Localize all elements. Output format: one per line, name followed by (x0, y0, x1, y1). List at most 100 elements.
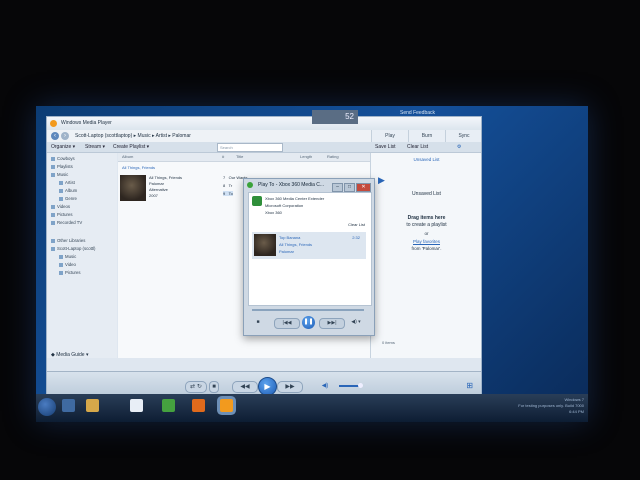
sidebar-item-artist[interactable]: Artist (59, 179, 75, 186)
play-favorites-link[interactable]: Play favorites (371, 239, 481, 244)
send-feedback-link[interactable]: Send Feedback (400, 110, 435, 116)
album-art[interactable] (120, 175, 146, 201)
app-icon[interactable] (162, 399, 175, 412)
sidebar-item-album[interactable]: Album (59, 187, 77, 194)
navigation-pane: Cowboys Playlists Music Artist Album Gen… (47, 153, 117, 358)
document-icon[interactable] (130, 399, 143, 412)
column-length[interactable]: Length (300, 153, 312, 161)
sidebar-item-cowboys[interactable]: Cowboys (51, 155, 75, 162)
dialog-stop-icon[interactable]: ■ (254, 318, 262, 327)
sidebar-item-genre[interactable]: Genre (59, 195, 77, 202)
picture-icon (51, 212, 55, 217)
ie-icon[interactable] (62, 399, 75, 412)
xbox-device-icon (252, 196, 262, 206)
sidebar-item-recorded-tv[interactable]: Recorded TV (51, 219, 82, 226)
media-center-icon[interactable] (192, 399, 205, 412)
clock[interactable]: 6:44 PM (518, 409, 584, 415)
playlist-icon (51, 164, 55, 169)
list-item[interactable]: Top Banana All Things, Friends Palomar 2… (252, 232, 366, 259)
unsaved-list-top[interactable]: Unsaved List (371, 157, 481, 162)
play-to-icon (247, 182, 253, 188)
maximize-icon[interactable]: □ (344, 183, 355, 192)
dialog-next-icon[interactable]: ▶▶| (319, 318, 345, 329)
next-icon[interactable]: ▶▶ (277, 381, 303, 393)
or-label: or (424, 231, 429, 236)
music-icon (59, 254, 63, 259)
list-options-icon[interactable]: ⚙ (457, 142, 461, 152)
list-pane: Unsaved List ▶ Unsaved List Drag items h… (370, 153, 481, 358)
overlay-badge: 52 (312, 110, 358, 124)
tab-burn[interactable]: Burn (408, 130, 445, 142)
libraries-icon (51, 238, 55, 243)
column-title[interactable]: Title (236, 153, 243, 161)
search-input[interactable]: Search (217, 143, 283, 152)
item-count: 0 items (382, 340, 395, 345)
sidebar-item-music[interactable]: Music (51, 171, 68, 178)
dialog-seek-bar[interactable] (252, 309, 364, 311)
window-title: Windows Media Player (61, 120, 112, 126)
device-manufacturer: Microsoft Corporation (265, 203, 304, 208)
sidebar-item-remote-music[interactable]: Music (59, 253, 76, 260)
sidebar-item-pictures[interactable]: Pictures (51, 211, 73, 218)
column-number[interactable]: # (222, 153, 224, 161)
song-title: Top Banana (279, 235, 301, 240)
stream-menu[interactable]: Stream ▾ (85, 142, 105, 152)
video-icon (51, 204, 55, 209)
previous-icon[interactable]: ◀◀ (232, 381, 258, 393)
drag-hint-line2: to create a playlist (406, 222, 447, 228)
dialog-title-bar: Play To - Xbox 360 Media C... – □ ✕ (244, 179, 374, 192)
volume-icon[interactable]: ◀) (319, 381, 331, 391)
toolbar: Organize ▾ Stream ▾ Create Playlist ▾ Se… (47, 142, 481, 153)
start-button-icon[interactable] (38, 398, 56, 416)
device-name: Xbox 360 Media Center Extender (265, 196, 325, 201)
sidebar-item-other-libraries[interactable]: Other Libraries (51, 237, 85, 244)
dialog-clear-list-button[interactable]: Clear List (348, 222, 365, 227)
close-icon[interactable]: ✕ (356, 183, 371, 192)
column-album[interactable]: Album (122, 153, 133, 161)
device-model: Xbox 360 (265, 210, 282, 215)
media-player-icon (50, 120, 57, 127)
table-row[interactable]: 9 To (223, 191, 233, 196)
dialog-pause-icon[interactable]: ❚❚ (302, 316, 315, 329)
unsaved-list-title: Unsaved List (412, 191, 441, 197)
column-headers: Album # Title Length Rating (118, 153, 370, 162)
tab-sync[interactable]: Sync (445, 130, 481, 142)
table-row[interactable]: 8 Tr (223, 183, 232, 188)
album-title: All Things, Friends (149, 175, 183, 180)
volume-knob[interactable] (358, 383, 363, 388)
column-rating[interactable]: Rating (327, 153, 339, 161)
back-icon[interactable]: ‹ (51, 132, 59, 140)
clear-list-button[interactable]: Clear List (407, 142, 428, 152)
drag-hint-line1: Drag items here (407, 215, 446, 221)
sidebar-item-remote-pictures[interactable]: Pictures (59, 269, 81, 276)
organize-menu[interactable]: Organize ▾ (51, 142, 75, 152)
create-playlist-menu[interactable]: Create Playlist ▾ (113, 142, 149, 152)
picture-icon (59, 270, 63, 275)
forward-icon[interactable]: › (61, 132, 69, 140)
genre-icon (59, 196, 63, 201)
sidebar-item-playlists[interactable]: Playlists (51, 163, 73, 170)
computer-icon (51, 246, 55, 251)
sidebar-item-remote-library[interactable]: Scott-Laptop (scottl) (51, 245, 95, 252)
media-player-taskbar-icon[interactable] (220, 399, 233, 412)
dialog-title: Play To - Xbox 360 Media C... (258, 182, 325, 188)
dialog-volume-icon[interactable]: ◀) ▾ (348, 318, 364, 327)
video-icon (59, 262, 63, 267)
stop-icon[interactable]: ■ (209, 381, 219, 393)
tab-play[interactable]: Play (371, 130, 408, 142)
sidebar-item-videos[interactable]: Videos (51, 203, 70, 210)
album-artist: Palomar (149, 181, 164, 186)
song-album: All Things, Friends (279, 242, 313, 247)
explorer-icon[interactable] (86, 399, 99, 412)
dialog-previous-icon[interactable]: |◀◀ (274, 318, 300, 329)
song-album-art (254, 234, 276, 256)
save-list-button[interactable]: Save List (375, 142, 396, 152)
album-group-header[interactable]: All Things, Friends (122, 165, 155, 170)
minimize-icon[interactable]: – (332, 183, 343, 192)
breadcrumb[interactable]: Scott-Laptop (scottlaptop) ▸ Music ▸ Art… (75, 130, 191, 142)
album-genre: Alternative (149, 187, 168, 192)
sidebar-item-remote-video[interactable]: Video (59, 261, 76, 268)
media-guide-button[interactable]: ◆ Media Guide ▾ (51, 352, 88, 358)
switch-to-now-playing-icon[interactable]: ⊞ (466, 381, 473, 390)
shuffle-repeat-button[interactable]: ⇄ ↻ (185, 381, 207, 393)
